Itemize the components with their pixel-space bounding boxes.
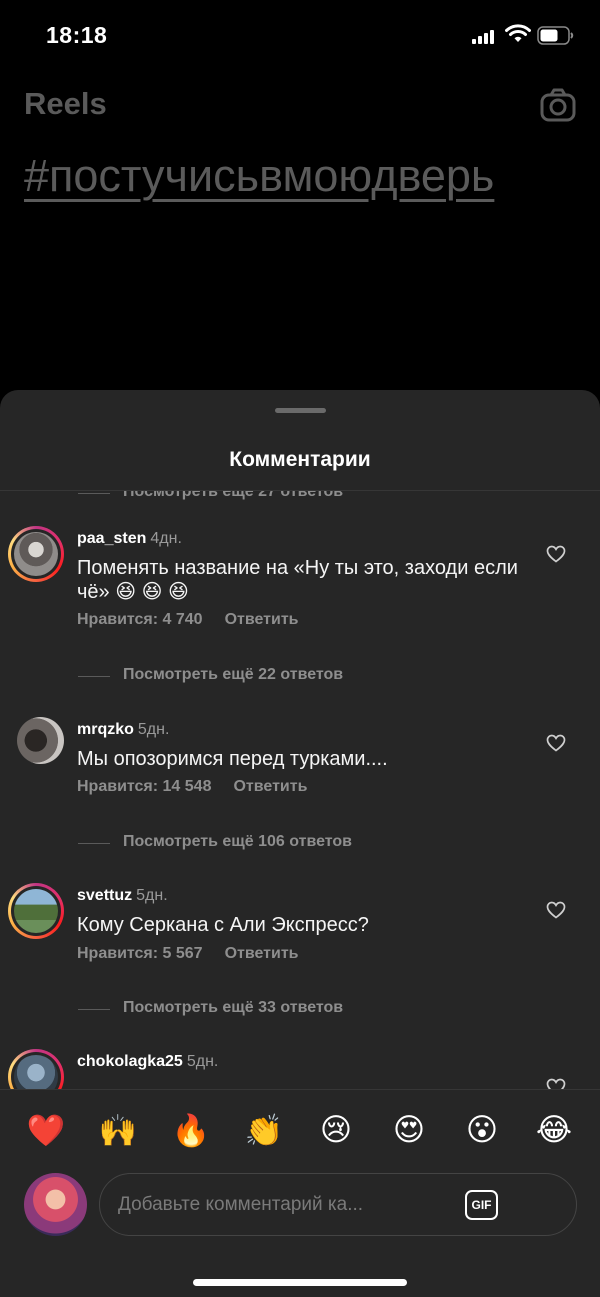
likes-count[interactable]: Нравится: 5 567 <box>77 945 203 962</box>
hashtag-link[interactable]: #постучисьвмоюдверь <box>24 150 494 202</box>
emoji-surprised-button[interactable]: 😮 <box>462 1112 502 1148</box>
comment-username[interactable]: mrqzko <box>77 721 134 738</box>
divider <box>78 843 110 844</box>
reply-button[interactable]: Ответить <box>233 778 307 795</box>
comment-age: 5дн. <box>136 887 168 904</box>
comment-age: 5дн. <box>137 721 170 738</box>
sheet-title: Комментарии <box>229 448 371 471</box>
sheet-drag-handle[interactable] <box>275 408 326 413</box>
heart-icon[interactable] <box>546 734 566 752</box>
heart-icon[interactable] <box>546 545 566 563</box>
comment-item: mrqzko 5дн. Мы опозоримся перед турками..… <box>0 717 600 807</box>
view-more-label: Посмотреть ещё 106 ответов <box>123 833 353 850</box>
comment-username[interactable]: chokolagka25 <box>77 1053 183 1070</box>
comment-item: paa_sten 4дн. Поменять название на «Ну ты… <box>0 526 600 628</box>
reply-button[interactable]: Ответить <box>225 945 299 962</box>
comment-age: 4дн. <box>150 530 182 547</box>
cellular-signal-icon <box>472 30 498 44</box>
status-bar: 18:18 <box>0 0 600 72</box>
comments-sheet: Комментарии Посмотреть ещё 27 ответов pa… <box>0 390 600 1297</box>
comment-compose: Добавьте комментарий ка... GIF <box>0 1173 600 1243</box>
battery-icon <box>537 26 574 45</box>
heart-icon[interactable] <box>546 1078 566 1089</box>
view-more-replies[interactable]: Посмотреть ещё 106 ответов <box>0 833 600 855</box>
view-more-replies[interactable]: Посмотреть ещё 33 ответов <box>0 999 600 1021</box>
status-time: 18:18 <box>46 22 108 48</box>
emoji-cry-button[interactable]: 😢 <box>316 1112 356 1148</box>
likes-count[interactable]: Нравится: 14 548 <box>77 778 211 795</box>
avatar[interactable] <box>17 717 64 764</box>
comment-age: 5дн. <box>186 1053 219 1070</box>
heart-icon[interactable] <box>546 901 566 919</box>
divider <box>0 1089 600 1090</box>
camera-icon[interactable] <box>540 88 576 122</box>
comment-item: svettuz 5дн. Кому Серкана с Али Экспресс?… <box>0 883 600 973</box>
my-avatar <box>24 1173 87 1236</box>
comment-item: chokolagka25 5дн. <box>0 1049 600 1089</box>
emoji-reaction-bar: ❤️ 🙌 🔥 👏 😢 😍 😮 😂 <box>0 1108 600 1158</box>
emoji-clap-button[interactable]: 👏 <box>244 1112 284 1149</box>
avatar[interactable] <box>8 1049 64 1089</box>
avatar[interactable] <box>8 883 64 939</box>
reels-title: Reels <box>24 86 107 121</box>
view-more-label: Посмотреть ещё 33 ответов <box>123 999 344 1016</box>
emoji-fire-button[interactable]: 🔥 <box>171 1112 211 1149</box>
emoji-raised-hands-button[interactable]: 🙌 <box>98 1112 138 1149</box>
emoji-laugh-button[interactable]: 😂 <box>534 1112 574 1148</box>
comment-text: Мы опозоримся перед турками.... <box>77 748 388 770</box>
comments-list[interactable]: Посмотреть ещё 27 ответов paa_sten 4дн. П… <box>0 491 600 1089</box>
comment-username[interactable]: svettuz <box>77 887 132 904</box>
divider <box>78 1009 110 1010</box>
view-more-label: Посмотреть ещё 22 ответов <box>123 666 344 683</box>
divider <box>78 676 110 677</box>
comment-input[interactable]: Добавьте комментарий ка... GIF <box>99 1173 577 1236</box>
emoji-heart-eyes-button[interactable]: 😍 <box>389 1112 429 1148</box>
gif-button[interactable]: GIF <box>465 1190 498 1220</box>
home-indicator[interactable] <box>193 1279 407 1286</box>
emoji-heart-button[interactable]: ❤️ <box>26 1112 66 1149</box>
view-more-replies[interactable]: Посмотреть ещё 22 ответов <box>0 666 600 688</box>
comment-text: Кому Серкана с Али Экспресс? <box>77 914 369 936</box>
comment-text: Поменять название на «Ну ты это, заходи … <box>77 557 518 603</box>
comment-username[interactable]: paa_sten <box>77 530 146 547</box>
wifi-icon <box>505 24 531 42</box>
comment-input-placeholder: Добавьте комментарий ка... <box>118 1194 364 1215</box>
reply-button[interactable]: Ответить <box>225 611 299 628</box>
likes-count[interactable]: Нравится: 4 740 <box>77 611 203 628</box>
divider <box>78 493 110 494</box>
view-more-label: Посмотреть ещё 27 ответов <box>123 491 344 500</box>
avatar[interactable] <box>8 526 64 582</box>
view-more-replies[interactable]: Посмотреть ещё 27 ответов <box>0 491 600 505</box>
